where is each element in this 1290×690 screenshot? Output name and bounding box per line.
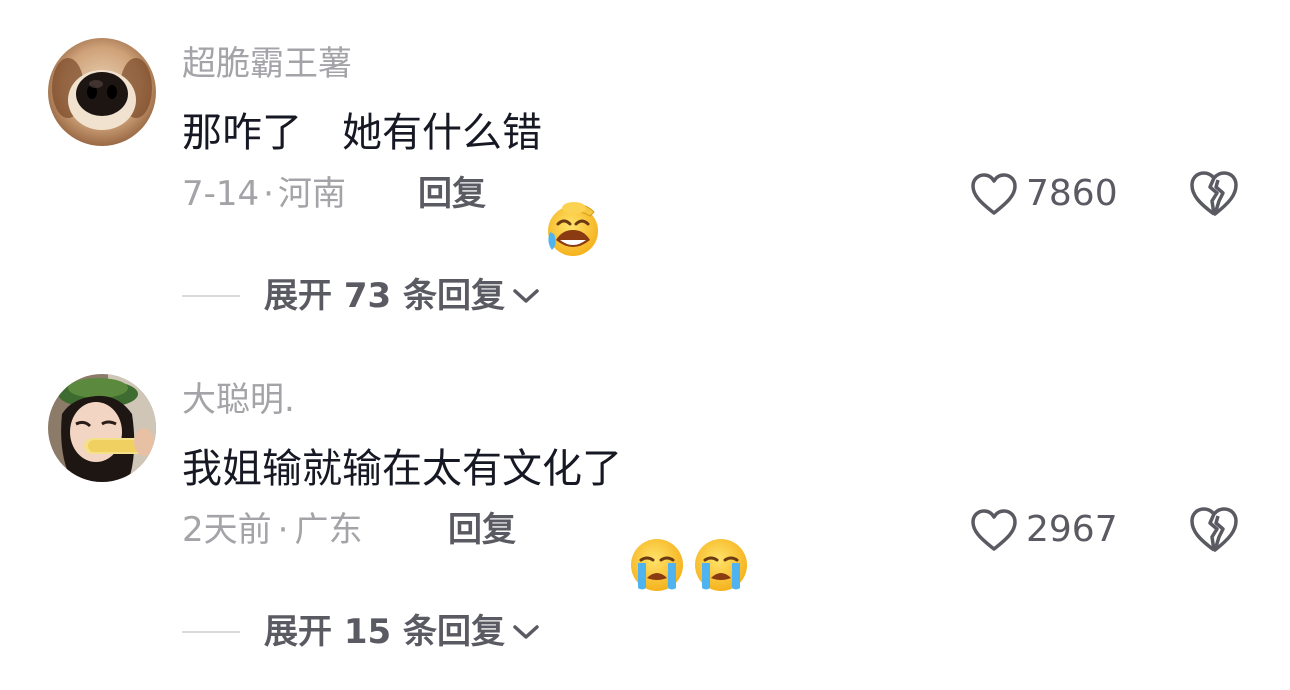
meta-separator: ·	[263, 174, 274, 214]
crying-emoji-icon	[692, 440, 750, 591]
crying-emoji-icon	[628, 440, 686, 591]
expand-replies-label: 展开 73 条回复	[264, 276, 505, 316]
laughing-tears-emoji-icon	[544, 104, 602, 256]
broken-heart-icon	[1190, 507, 1238, 552]
expand-replies-button[interactable]: 展开 15 条回复	[182, 612, 541, 652]
heart-outline-icon	[971, 509, 1017, 551]
comment-meta: 7-14 · 河南	[182, 174, 346, 214]
username[interactable]: 大聪明.	[182, 380, 295, 420]
username[interactable]: 超脆霸王薯	[182, 44, 352, 84]
meta-separator: ·	[277, 510, 289, 550]
dislike-button[interactable]	[1188, 168, 1240, 220]
broken-heart-icon	[1190, 171, 1238, 216]
comment-meta: 2天前 · 广东	[182, 510, 362, 550]
comment-text-body: 那咋了 她有什么错	[182, 110, 542, 156]
avatar[interactable]	[48, 374, 156, 482]
comment-text-body: 我姐输就输在太有文化了	[182, 446, 622, 492]
chevron-down-icon	[513, 289, 539, 303]
reply-button[interactable]: 回复	[448, 510, 516, 550]
like-button[interactable]: 2967	[970, 508, 1118, 552]
expand-replies-button[interactable]: 展开 73 条回复	[182, 276, 541, 316]
comment-text: 那咋了 她有什么错	[182, 104, 602, 256]
avatar[interactable]	[48, 38, 156, 146]
chevron-down-icon	[513, 625, 539, 639]
comment-date: 2天前	[182, 510, 272, 550]
like-count: 7860	[1026, 173, 1118, 214]
comment-location: 河南	[277, 174, 346, 214]
reply-button[interactable]: 回复	[418, 174, 486, 214]
dislike-button[interactable]	[1188, 504, 1240, 556]
divider-line	[182, 631, 240, 633]
like-button[interactable]: 7860	[970, 172, 1118, 216]
comment-text: 我姐输就输在太有文化了	[182, 440, 750, 591]
expand-replies-label: 展开 15 条回复	[264, 612, 505, 652]
divider-line	[182, 295, 240, 297]
like-count: 2967	[1026, 509, 1118, 550]
comment-date: 7-14	[182, 174, 260, 214]
comment-location: 广东	[294, 510, 363, 550]
heart-outline-icon	[971, 173, 1017, 215]
